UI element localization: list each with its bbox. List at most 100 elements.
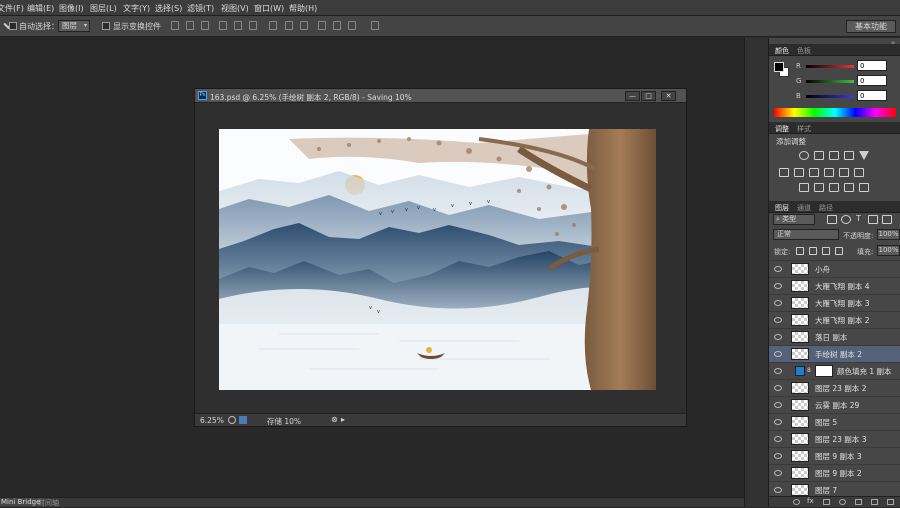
eye-icon[interactable] <box>774 487 782 493</box>
tab-channels[interactable]: 通道 <box>797 203 811 213</box>
add-mask-icon[interactable] <box>823 499 830 505</box>
auto-align-icon[interactable] <box>371 21 379 30</box>
zoom-level[interactable]: 6.25% <box>200 416 224 425</box>
menu-file[interactable]: 文件(F) <box>0 3 24 14</box>
eye-icon[interactable] <box>774 470 782 476</box>
document-window[interactable]: Ps 163.psd @ 6.25% (手绘树 副本 2, RGB/8) - S… <box>194 88 687 427</box>
eye-icon[interactable] <box>774 453 782 459</box>
channel-mixer-icon[interactable] <box>839 168 849 177</box>
layer-row[interactable]: 图层 7 <box>769 481 900 496</box>
eye-icon[interactable] <box>774 317 782 323</box>
menu-view[interactable]: 视图(V) <box>221 3 249 14</box>
invert-icon[interactable] <box>799 183 809 192</box>
color-lookup-icon[interactable] <box>854 168 864 177</box>
selective-color-icon[interactable] <box>859 183 869 192</box>
gradient-map-icon[interactable] <box>844 183 854 192</box>
exposure-icon[interactable] <box>844 151 854 160</box>
distribute-bottom-icon[interactable] <box>300 21 308 30</box>
layer-row[interactable]: 落日 副本 <box>769 328 900 345</box>
eye-icon[interactable] <box>774 334 782 340</box>
document-titlebar[interactable]: Ps 163.psd @ 6.25% (手绘树 副本 2, RGB/8) - S… <box>195 89 686 103</box>
lock-position-icon[interactable] <box>822 247 830 255</box>
layer-row[interactable]: 云雾 副本 29 <box>769 396 900 413</box>
filter-shape-icon[interactable] <box>868 215 878 224</box>
eye-icon[interactable] <box>774 385 782 391</box>
tab-adjustments[interactable]: 调整 <box>772 122 792 136</box>
levels-icon[interactable] <box>814 151 824 160</box>
layer-row[interactable]: 图层 23 副本 3 <box>769 430 900 447</box>
eye-icon[interactable] <box>774 402 782 408</box>
fill-input[interactable]: 100% <box>877 245 900 256</box>
trash-icon[interactable] <box>887 499 894 505</box>
menu-image[interactable]: 图像(I) <box>59 3 84 14</box>
layer-row[interactable]: 8 颜色填充 1 副本 <box>769 362 900 379</box>
menu-filter[interactable]: 滤镜(T) <box>187 3 214 14</box>
maximize-icon[interactable]: □ <box>641 91 656 101</box>
collapsed-panel-dock[interactable] <box>744 38 768 507</box>
black-white-icon[interactable] <box>809 168 819 177</box>
workspace-button[interactable]: 基本功能 <box>846 20 896 33</box>
chain-link-icon[interactable]: 8 <box>807 367 811 374</box>
eye-icon[interactable] <box>774 266 782 272</box>
menu-select[interactable]: 选择(S) <box>155 3 182 14</box>
tab-layers[interactable]: 图层 <box>772 201 792 215</box>
filter-type-icon[interactable]: T <box>856 214 861 223</box>
align-vcenter-icon[interactable] <box>186 21 194 30</box>
color-spectrum-bar[interactable] <box>774 108 896 117</box>
blend-mode-dropdown[interactable]: 正常 <box>773 229 839 240</box>
proof-icon[interactable] <box>228 416 236 424</box>
curves-icon[interactable] <box>829 151 839 160</box>
tab-swatches[interactable]: 色板 <box>797 46 811 56</box>
channel-r-value[interactable]: 0 <box>857 60 887 71</box>
layer-row[interactable]: 图层 5 <box>769 413 900 430</box>
status-menu-arrow-icon[interactable]: ▸ <box>341 415 345 424</box>
menu-type[interactable]: 文字(Y) <box>123 3 150 14</box>
tab-color[interactable]: 颜色 <box>772 44 792 58</box>
layer-row[interactable]: 图层 23 副本 2 <box>769 379 900 396</box>
distribute-hcenter-icon[interactable] <box>333 21 341 30</box>
cancel-save-icon[interactable]: ⊗ <box>331 415 338 424</box>
layer-row[interactable]: 图层 9 副本 3 <box>769 447 900 464</box>
filter-adjustment-icon[interactable] <box>841 215 851 224</box>
layer-row[interactable]: 大雁飞翔 副本 4 <box>769 277 900 294</box>
tab-paths[interactable]: 路径 <box>819 203 833 213</box>
channel-r-slider[interactable] <box>806 65 854 68</box>
channel-b-slider[interactable] <box>806 95 854 98</box>
menu-window[interactable]: 窗口(W) <box>254 3 284 14</box>
channel-g-slider[interactable] <box>806 80 854 83</box>
canvas-artwork[interactable]: vvvvvvvvvv <box>219 129 656 390</box>
menu-edit[interactable]: 编辑(E) <box>27 3 54 14</box>
photo-filter-icon[interactable] <box>824 168 834 177</box>
eye-icon[interactable] <box>774 283 782 289</box>
auto-select-dropdown[interactable]: 图层 ▾ <box>58 20 90 32</box>
lock-image-icon[interactable] <box>809 247 817 255</box>
link-layers-icon[interactable] <box>793 499 800 505</box>
hue-saturation-icon[interactable] <box>779 168 789 177</box>
lock-transparent-icon[interactable] <box>796 247 804 255</box>
fx-icon[interactable]: fx <box>807 497 814 505</box>
new-layer-icon[interactable] <box>871 499 878 505</box>
show-transform-checkbox[interactable] <box>102 22 110 30</box>
lock-all-icon[interactable] <box>835 247 843 255</box>
minimize-icon[interactable]: — <box>625 91 640 101</box>
channel-b-value[interactable]: 0 <box>857 90 887 101</box>
auto-select-checkbox[interactable] <box>9 22 17 30</box>
eye-icon[interactable] <box>774 368 782 374</box>
posterize-icon[interactable] <box>814 183 824 192</box>
align-right-icon[interactable] <box>249 21 257 30</box>
opacity-input[interactable]: 100% <box>877 229 900 240</box>
align-bottom-icon[interactable] <box>201 21 209 30</box>
layer-filter-dropdown[interactable]: ⌕ 类型 <box>773 214 815 225</box>
color-profile-icon[interactable] <box>239 416 247 424</box>
align-top-icon[interactable] <box>171 21 179 30</box>
brightness-contrast-icon[interactable] <box>799 151 809 160</box>
menu-layer[interactable]: 图层(L) <box>90 3 117 14</box>
tab-styles[interactable]: 样式 <box>797 124 811 134</box>
tab-mini-bridge[interactable]: Mini Bridge <box>0 498 44 506</box>
distribute-right-icon[interactable] <box>348 21 356 30</box>
foreground-color-swatch[interactable] <box>774 62 784 72</box>
layer-row[interactable]: 大雁飞翔 副本 2 <box>769 311 900 328</box>
layer-row[interactable]: 图层 9 副本 2 <box>769 464 900 481</box>
vibrance-icon[interactable] <box>859 151 869 160</box>
threshold-icon[interactable] <box>829 183 839 192</box>
